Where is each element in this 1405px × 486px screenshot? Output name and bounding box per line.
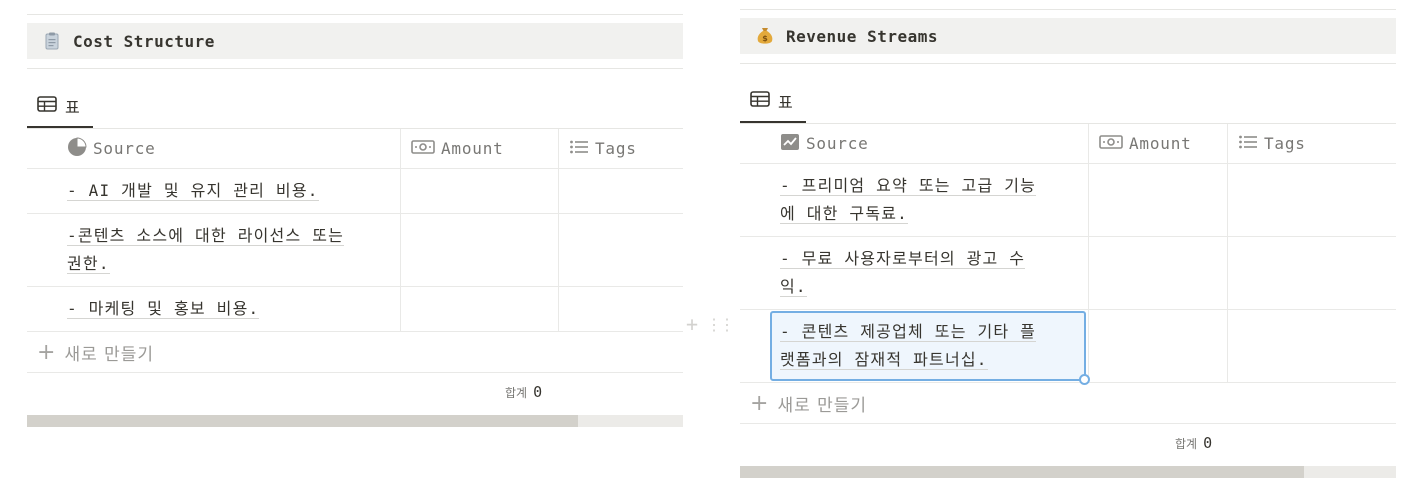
column-header-source[interactable]: Source xyxy=(740,124,1089,163)
amount-cell[interactable] xyxy=(401,287,559,331)
tab-label: 표 xyxy=(778,93,793,112)
money-bag-icon: $ xyxy=(756,26,774,46)
table-row[interactable]: - 마케팅 및 홍보 비용. xyxy=(27,287,683,332)
database-title-bar[interactable]: $ Revenue Streams xyxy=(740,18,1396,54)
drag-handle-icon[interactable]: ⋮⋮ xyxy=(706,315,735,334)
calculation-row: 합계 0 xyxy=(27,373,683,417)
tags-cell[interactable] xyxy=(559,287,683,331)
column-label: Amount xyxy=(1129,134,1192,153)
sum-value: 0 xyxy=(1203,434,1213,452)
sum-value: 0 xyxy=(533,383,543,401)
scrollbar-thumb[interactable] xyxy=(740,466,1305,478)
source-cell[interactable]: - 마케팅 및 홍보 비용. xyxy=(27,287,401,331)
sum-label: 합계 xyxy=(505,386,528,400)
column-header-tags[interactable]: Tags xyxy=(1228,124,1396,163)
table-row[interactable]: - AI 개발 및 유지 관리 비용. xyxy=(27,169,683,214)
column-header-amount[interactable]: Amount xyxy=(1089,124,1228,163)
column-header-amount[interactable]: Amount xyxy=(401,129,559,168)
clipboard-icon xyxy=(43,31,61,51)
divider xyxy=(740,9,1396,10)
source-text: - 무료 사용자로부터의 광고 수 xyxy=(780,249,1026,269)
plus-icon: + xyxy=(750,390,770,416)
divider xyxy=(27,68,683,69)
source-text: - 마케팅 및 홍보 비용. xyxy=(67,299,260,319)
table-row[interactable]: - 무료 사용자로부터의 광고 수 익. xyxy=(740,237,1396,310)
database-table: Source Amount Tags - AI 개발 및 유지 관리 비용. -… xyxy=(27,129,683,417)
money-icon xyxy=(411,139,435,158)
database-title-bar[interactable]: Cost Structure xyxy=(27,23,683,59)
source-cell[interactable]: -콘텐츠 소스에 대한 라이선스 또는 권한. xyxy=(27,214,401,286)
list-icon xyxy=(1238,134,1258,154)
add-block-icon[interactable]: + xyxy=(686,312,698,336)
column-header-source[interactable]: Source xyxy=(27,129,401,168)
amount-cell[interactable] xyxy=(1089,310,1228,382)
tags-cell[interactable] xyxy=(1228,237,1396,309)
amount-cell[interactable] xyxy=(401,214,559,286)
column-label: Amount xyxy=(441,139,504,158)
tags-cell[interactable] xyxy=(1228,310,1396,382)
source-text: 권한. xyxy=(67,254,110,274)
pie-chart-icon xyxy=(67,136,87,161)
tags-cell[interactable] xyxy=(1228,164,1396,236)
tab-table-view[interactable]: 표 xyxy=(740,81,806,123)
divider xyxy=(740,63,1396,64)
list-icon xyxy=(569,139,589,159)
column-label: Tags xyxy=(1264,134,1306,153)
source-cell[interactable]: - 프리미엄 요약 또는 고급 기능 에 대한 구독료. xyxy=(740,164,1089,236)
divider xyxy=(27,14,683,15)
sum-label: 합계 xyxy=(1175,437,1198,451)
source-cell-selected[interactable]: - 콘텐츠 제공업체 또는 기타 플 랫폼과의 잠재적 파트너십. xyxy=(740,310,1090,385)
source-text: - 프리미엄 요약 또는 고급 기능 xyxy=(780,176,1037,196)
table-row[interactable]: - 프리미엄 요약 또는 고급 기능 에 대한 구독료. xyxy=(740,164,1396,237)
amount-cell[interactable] xyxy=(1089,237,1228,309)
database-title[interactable]: Revenue Streams xyxy=(786,27,938,46)
calculation-row: 합계 0 xyxy=(740,424,1396,468)
tab-table-view[interactable]: 표 xyxy=(27,86,93,128)
horizontal-scrollbar[interactable] xyxy=(27,415,683,427)
database-title[interactable]: Cost Structure xyxy=(73,32,215,51)
table-icon xyxy=(37,96,57,116)
table-row[interactable]: - 콘텐츠 제공업체 또는 기타 플 랫폼과의 잠재적 파트너십. xyxy=(740,310,1396,385)
new-row-button[interactable]: + 새로 만들기 xyxy=(27,332,683,373)
new-row-label: 새로 만들기 xyxy=(64,344,155,365)
table-header-row: Source Amount Tags xyxy=(27,129,683,169)
source-text: - 콘텐츠 제공업체 또는 기타 플 xyxy=(780,322,1037,342)
amount-cell[interactable] xyxy=(1089,164,1228,236)
table-row[interactable]: -콘텐츠 소스에 대한 라이선스 또는 권한. xyxy=(27,214,683,287)
horizontal-scrollbar[interactable] xyxy=(740,466,1396,478)
new-row-button[interactable]: + 새로 만들기 xyxy=(740,383,1396,424)
source-text: 랫폼과의 잠재적 파트너십. xyxy=(780,350,988,370)
column-label: Tags xyxy=(595,139,637,158)
column-label: Source xyxy=(806,134,869,153)
line-chart-icon xyxy=(780,133,800,155)
source-text: -콘텐츠 소스에 대한 라이선스 또는 xyxy=(67,226,345,246)
table-header-row: Source Amount Tags xyxy=(740,124,1396,164)
new-row-label: 새로 만들기 xyxy=(777,395,868,416)
svg-text:$: $ xyxy=(762,34,768,43)
tab-label: 표 xyxy=(65,98,80,117)
scrollbar-thumb[interactable] xyxy=(27,415,579,427)
sum-calculation[interactable]: 합계 0 xyxy=(505,383,542,401)
plus-icon: + xyxy=(37,339,57,365)
source-text: - AI 개발 및 유지 관리 비용. xyxy=(67,181,319,201)
amount-cell[interactable] xyxy=(401,169,559,213)
tags-cell[interactable] xyxy=(559,169,683,213)
money-icon xyxy=(1099,134,1123,153)
table-icon xyxy=(750,91,770,111)
block-controls: + ⋮⋮ xyxy=(686,312,735,336)
tags-cell[interactable] xyxy=(559,214,683,286)
sum-calculation[interactable]: 합계 0 xyxy=(1175,434,1212,452)
source-cell[interactable]: - AI 개발 및 유지 관리 비용. xyxy=(27,169,401,213)
source-text: 익. xyxy=(780,277,807,297)
column-label: Source xyxy=(93,139,156,158)
column-header-tags[interactable]: Tags xyxy=(559,129,683,168)
source-cell[interactable]: - 무료 사용자로부터의 광고 수 익. xyxy=(740,237,1089,309)
source-text: 에 대한 구독료. xyxy=(780,204,909,224)
database-table: Source Amount Tags - 프리미엄 요약 또는 고급 기능 에 … xyxy=(740,124,1396,468)
